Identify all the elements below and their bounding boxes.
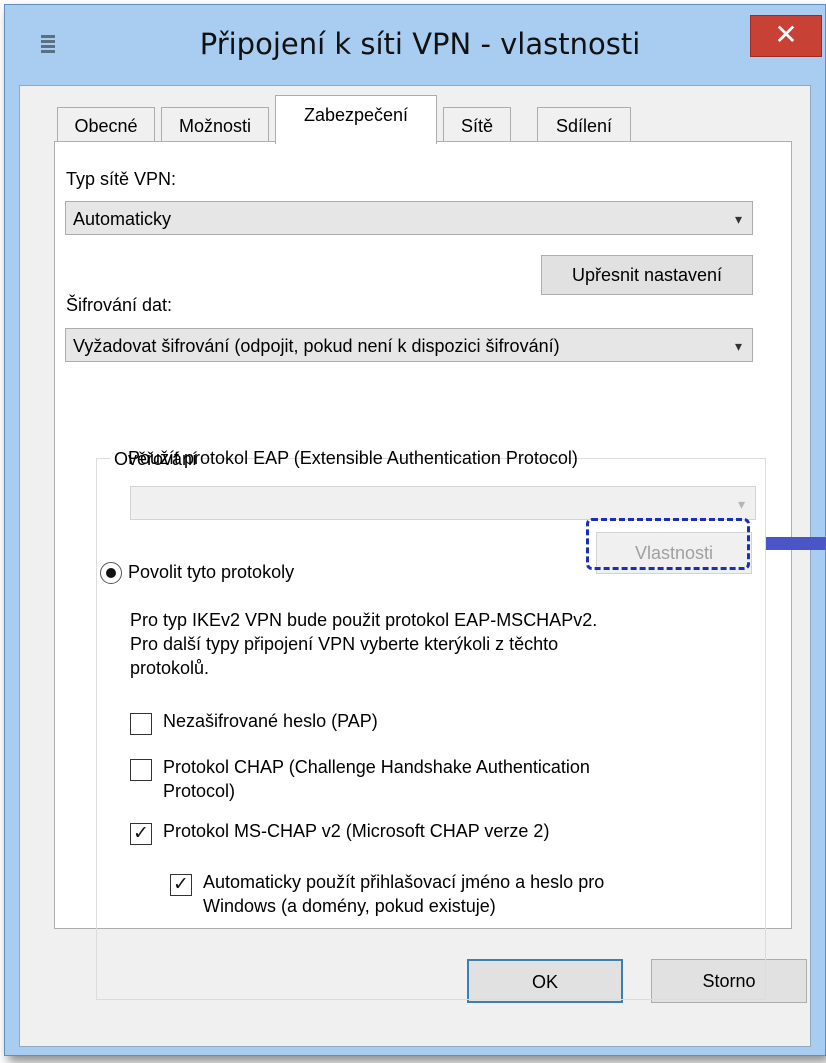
tab-options[interactable]: Možnosti: [161, 107, 269, 144]
description-line: Pro další typy připojení VPN vyberte kte…: [130, 634, 559, 654]
allow-protocols-radio[interactable]: [100, 562, 122, 584]
chevron-down-icon: ▾: [734, 211, 742, 227]
encryption-value: Vyžadovat šifrování (odpojit, pokud není…: [73, 336, 560, 356]
tab-networking[interactable]: Sítě: [443, 107, 511, 144]
mschap-label[interactable]: Protokol MS-CHAP v2 (Microsoft CHAP verz…: [163, 821, 549, 842]
system-menu-icon[interactable]: [41, 35, 55, 59]
pap-checkbox[interactable]: [130, 713, 152, 735]
allow-protocols-label[interactable]: Povolit tyto protokoly: [128, 562, 294, 583]
chevron-down-icon: ▾: [734, 338, 742, 354]
vpn-type-label: Typ sítě VPN:: [66, 169, 177, 189]
window-title: Připojení k síti VPN - vlastnosti: [199, 27, 641, 61]
auto-login-label-line: Automaticky použít přihlašovací jméno a …: [203, 872, 605, 892]
tab-security[interactable]: Zabezpečení: [275, 95, 437, 144]
eap-method-dropdown[interactable]: ▾: [130, 486, 756, 520]
advanced-settings-button[interactable]: Upřesnit nastavení: [541, 255, 753, 295]
tab-sharing[interactable]: Sdílení: [537, 107, 631, 144]
description-line: protokolů.: [130, 658, 210, 678]
annotation-arrow: [766, 537, 826, 550]
focus-highlight-ring: [586, 518, 750, 570]
mschap-checkbox[interactable]: ✓: [130, 823, 152, 845]
chap-label-line: Protocol): [163, 781, 236, 801]
radio-dot: [106, 568, 116, 578]
title-bar[interactable]: Připojení k síti VPN - vlastnosti ✕: [5, 5, 825, 87]
vpn-type-dropdown[interactable]: Automaticky ▾: [65, 201, 753, 235]
encryption-dropdown[interactable]: Vyžadovat šifrování (odpojit, pokud není…: [65, 328, 753, 362]
eap-radio-label[interactable]: Použít protokol EAP (Extensible Authenti…: [128, 448, 578, 469]
chap-label[interactable]: Protokol CHAP (Challenge Handshake Authe…: [163, 755, 590, 803]
chevron-down-icon: ▾: [737, 496, 745, 512]
vpn-type-value: Automaticky: [73, 209, 172, 229]
auto-login-label-line: Windows (a domény, pokud existuje): [203, 896, 496, 916]
protocol-description: Pro typ IKEv2 VPN bude použit protokol E…: [130, 608, 597, 680]
pap-label[interactable]: Nezašifrované heslo (PAP): [163, 711, 378, 732]
close-button[interactable]: ✕: [750, 15, 822, 57]
auto-login-label[interactable]: Automaticky použít přihlašovací jméno a …: [203, 870, 604, 918]
chap-label-line: Protokol CHAP (Challenge Handshake Authe…: [163, 757, 590, 777]
encryption-label: Šifrování dat:: [66, 295, 173, 315]
tab-general[interactable]: Obecné: [57, 107, 155, 144]
description-line: Pro typ IKEv2 VPN bude použit protokol E…: [130, 610, 598, 630]
chap-checkbox[interactable]: [130, 759, 152, 781]
auto-login-checkbox[interactable]: ✓: [170, 874, 192, 896]
